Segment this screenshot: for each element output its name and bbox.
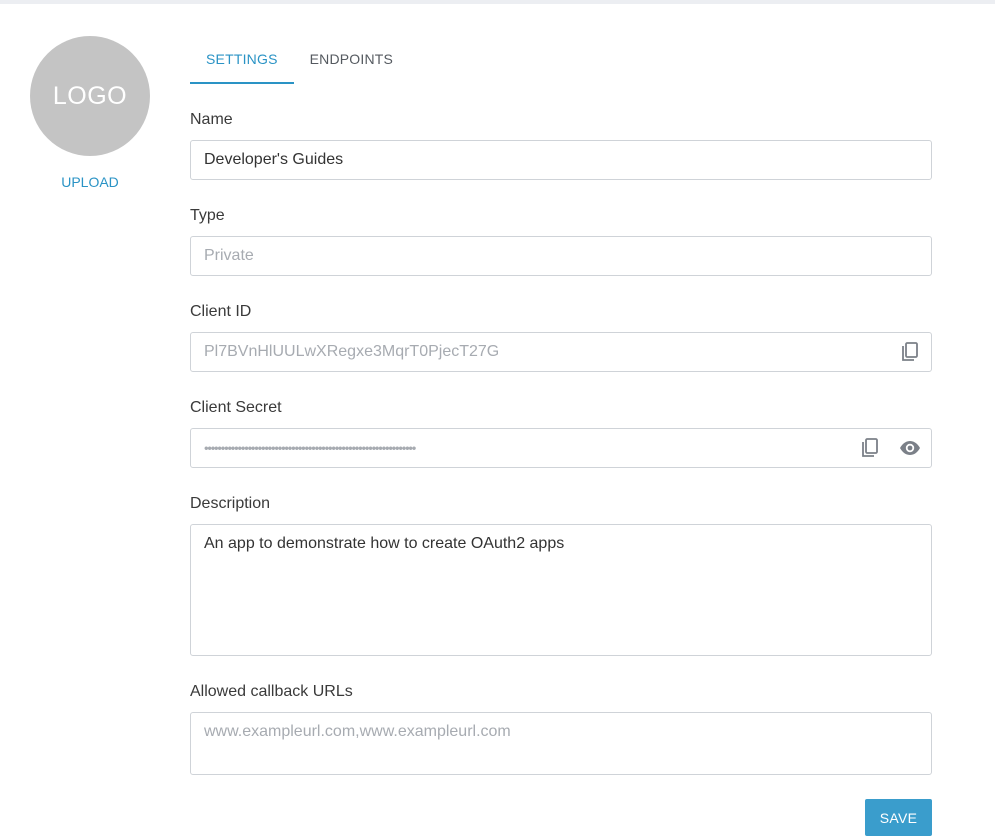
callback-urls-textarea[interactable]: [191, 713, 931, 774]
upload-logo-link[interactable]: UPLOAD: [30, 174, 150, 190]
client-secret-field-wrapper[interactable]: ••••••••••••••••••••••••••••••••••••••••…: [190, 428, 932, 468]
tab-endpoints[interactable]: ENDPOINTS: [294, 40, 409, 82]
tab-settings[interactable]: SETTINGS: [190, 40, 294, 84]
client-id-field-wrapper: [190, 332, 932, 372]
eye-icon: [900, 441, 920, 455]
type-input[interactable]: [191, 237, 931, 275]
name-input[interactable]: [191, 141, 931, 179]
copy-client-id-button[interactable]: [899, 341, 921, 363]
description-label: Description: [190, 495, 271, 512]
description-textarea[interactable]: An app to demonstrate how to create OAut…: [191, 525, 931, 655]
name-label: Name: [190, 111, 233, 128]
toggle-secret-visibility-button[interactable]: [899, 437, 921, 459]
type-field-wrapper: [190, 236, 932, 276]
client-id-label: Client ID: [190, 303, 252, 320]
client-secret-label: Client Secret: [190, 399, 282, 416]
callback-urls-label: Allowed callback URLs: [190, 683, 353, 700]
copy-icon: [902, 342, 918, 361]
type-label: Type: [190, 207, 225, 224]
save-button[interactable]: SAVE: [865, 799, 932, 836]
tab-bar: SETTINGS ENDPOINTS: [190, 40, 409, 84]
client-secret-masked-value: ••••••••••••••••••••••••••••••••••••••••…: [204, 440, 416, 456]
client-id-input[interactable]: [191, 333, 881, 371]
copy-client-secret-button[interactable]: [859, 437, 881, 459]
name-field-wrapper: [190, 140, 932, 180]
copy-icon: [862, 438, 878, 457]
callback-urls-field-wrapper: [190, 712, 932, 775]
description-field-wrapper: An app to demonstrate how to create OAut…: [190, 524, 932, 656]
top-border: [0, 0, 995, 4]
logo-text: LOGO: [52, 81, 128, 110]
app-logo-placeholder: LOGO: [30, 36, 150, 156]
